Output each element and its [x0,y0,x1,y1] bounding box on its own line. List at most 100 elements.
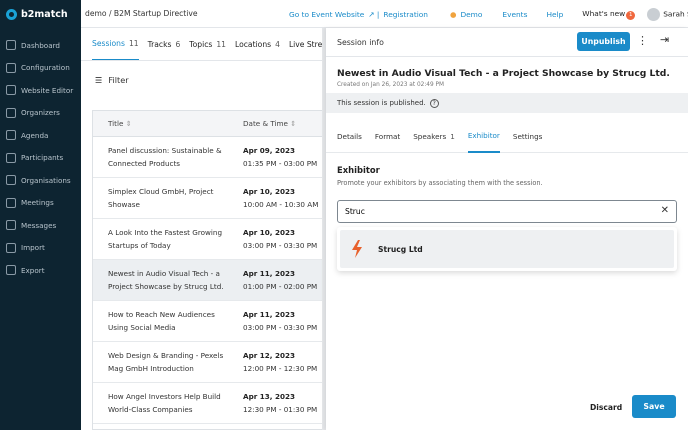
tab-speakers[interactable]: Speakers 1 [413,121,455,153]
sidebar-item-website-editor[interactable]: Website Editor [0,79,81,102]
tab-settings[interactable]: Settings [513,121,542,153]
title-line: Connected Products [108,159,181,168]
title-line: Simplex Cloud GmbH, Project [108,187,214,196]
clear-icon[interactable]: ✕ [661,205,669,216]
table-row[interactable]: Panel discussion: Sustainable & Connected… [93,137,326,178]
whats-new-link[interactable]: What's new 1 [582,8,636,20]
b2match-logo-icon [6,8,17,20]
filter-button[interactable]: ☰ Filter [81,61,326,99]
brand-logo[interactable]: b2match [0,0,81,28]
table-row[interactable]: How to Reach New Audiences Using Social M… [93,301,326,342]
breadcrumb[interactable]: demo / B2M Startup Directive [85,9,198,18]
sidebar: b2match Dashboard Configuration Website Ed… [0,0,81,430]
tab-count: 6 [175,39,181,49]
sidebar-item-label: Export [21,265,45,275]
top-links: Go to Event Website ↗ | Registration ● D… [289,0,688,28]
exhibitor-search-input[interactable] [345,207,645,216]
date-column-header[interactable]: Date & Time ⇕ [228,119,296,128]
time: 10:00 AM - 10:30 AM [243,200,319,209]
exhibitor-search-field[interactable]: ✕ [337,200,677,223]
title-line: World-Class Companies [108,405,193,414]
filter-label: Filter [108,75,129,85]
time: 01:00 PM - 02:00 PM [243,282,318,291]
date-time-cell: Apr 11, 2023 03:00 PM - 03:30 PM [228,308,317,334]
participants-icon [6,152,16,163]
demo-link[interactable]: Demo [460,10,482,19]
sidebar-item-organizers[interactable]: Organizers [0,102,81,125]
date-time-cell: Apr 10, 2023 10:00 AM - 10:30 AM [228,185,318,211]
tab-topics[interactable]: Topics 11 [189,28,227,60]
tab-label: Tracks [147,39,172,49]
tab-label: Exhibitor [467,131,500,140]
session-title-cell: A Look Into the Fastest Growing Startups … [93,226,228,252]
organisations-icon [6,175,16,186]
tab-exhibitor[interactable]: Exhibitor [467,121,500,153]
time: 12:30 PM - 01:30 PM [243,405,318,414]
save-button[interactable]: Save [632,395,676,418]
events-link[interactable]: Events [502,10,527,19]
session-info-panel: Session info Unpublish ⋮ ⇥ Newest in Aud… [326,28,688,430]
tab-live-streams[interactable]: Live Streams [288,28,326,60]
help-icon[interactable]: ? [429,98,439,108]
sidebar-item-configuration[interactable]: Configuration [0,57,81,80]
sidebar-item-label: Participants [21,153,64,163]
sidebar-item-label: Website Editor [21,85,74,95]
sidebar-item-agenda[interactable]: Agenda [0,124,81,147]
sidebar-item-label: Agenda [21,130,49,140]
tab-locations[interactable]: Locations 4 [235,28,280,60]
registration-link[interactable]: Registration [383,10,428,19]
panel-title: Session info [337,37,384,47]
table-row[interactable]: Web Design & Branding - Pexels Mag GmbH I… [93,342,326,383]
published-status-text: This session is published. [337,99,426,107]
exhibitor-option[interactable]: Strucg Ltd [340,230,674,268]
panel-header: Session info Unpublish ⋮ ⇥ [326,28,688,57]
tab-tracks[interactable]: Tracks 6 [147,28,181,60]
more-options-icon[interactable]: ⋮ [637,34,648,47]
sidebar-item-messages[interactable]: Messages [0,214,81,237]
go-to-event-website-link[interactable]: Go to Event Website [289,10,364,19]
unpublish-button[interactable]: Unpublish [577,32,630,51]
table-row[interactable]: How Angel Investors Help Build World-Clas… [93,383,326,424]
tab-count: 11 [216,39,227,49]
help-link[interactable]: Help [546,10,563,19]
filter-icon: ☰ [95,75,103,85]
sidebar-item-label: Import [21,243,45,253]
title-line: Panel discussion: Sustainable & [108,146,222,155]
tab-sessions[interactable]: Sessions 11 [92,28,139,60]
tab-details[interactable]: Details [337,121,362,153]
brand-name: b2match [21,8,68,20]
title-line: Project Showcase by Strucg Ltd. [108,282,224,291]
whats-new-label: What's new [582,8,626,18]
messages-icon [6,220,16,231]
import-icon [6,242,16,253]
tab-format[interactable]: Format [375,121,400,153]
title-line: Newest in Audio Visual Tech - a [108,269,220,278]
table-body: Panel discussion: Sustainable & Connected… [93,137,326,424]
tab-label: Format [374,132,401,141]
table-row[interactable]: A Look Into the Fastest Growing Startups … [93,219,326,260]
strucg-logo-icon [352,240,362,258]
sidebar-item-dashboard[interactable]: Dashboard [0,34,81,57]
sidebar-item-label: Organisations [21,175,71,185]
time: 12:00 PM - 12:30 PM [243,364,318,373]
sidebar-item-export[interactable]: Export [0,259,81,282]
session-title-cell: How Angel Investors Help Build World-Clas… [93,390,228,416]
sidebar-item-import[interactable]: Import [0,237,81,260]
session-title-cell: Newest in Audio Visual Tech - a Project S… [93,267,228,293]
sidebar-item-label: Dashboard [21,40,60,50]
date: Apr 11, 2023 [243,310,295,319]
table-row[interactable]: Newest in Audio Visual Tech - a Project S… [93,260,326,301]
website-icon [6,85,16,96]
table-row[interactable]: Simplex Cloud GmbH, Project Showase Apr 10… [93,178,326,219]
title-column-header[interactable]: Title ⇕ [93,119,228,128]
close-panel-icon[interactable]: ⇥ [660,33,669,46]
title-line: Mag GmbH Introduction [108,364,194,373]
exhibitor-option-label: Strucg Ltd [378,244,423,254]
user-menu[interactable]: Sarah Smith▼ [647,7,688,21]
sidebar-item-organisations[interactable]: Organisations [0,169,81,192]
tab-label: Live Streams [288,39,326,49]
sidebar-item-meetings[interactable]: Meetings [0,192,81,215]
sidebar-item-participants[interactable]: Participants [0,147,81,170]
time: 03:00 PM - 03:30 PM [243,241,318,250]
discard-button[interactable]: Discard [590,403,622,412]
